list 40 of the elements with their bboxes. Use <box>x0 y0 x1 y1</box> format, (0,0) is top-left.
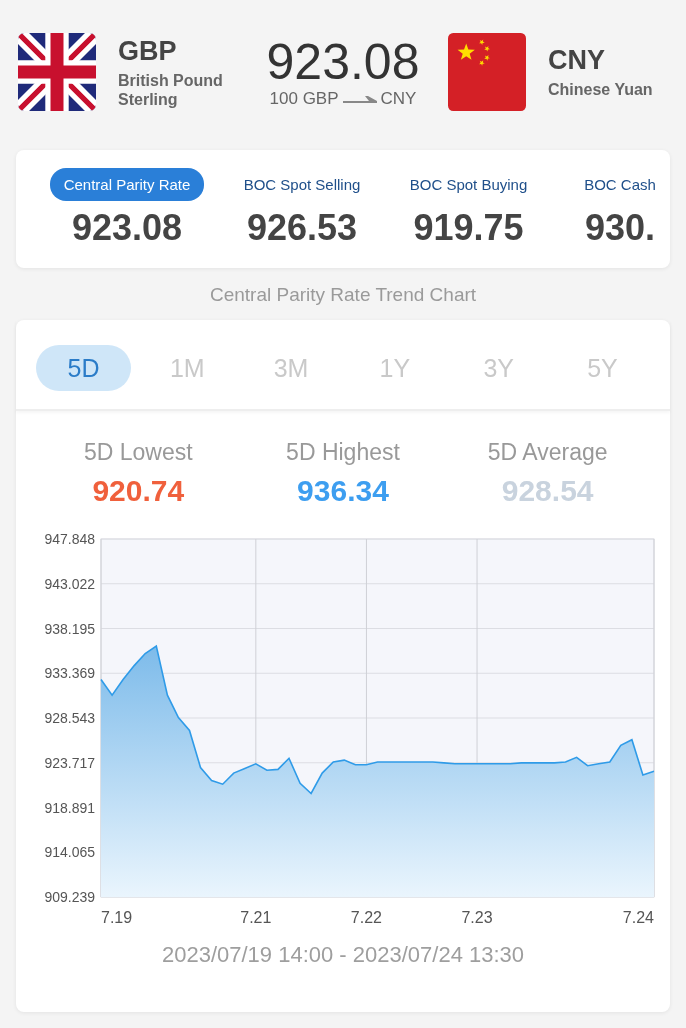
axis-label: 7.23 <box>461 909 493 926</box>
rate-value: 930. <box>584 207 656 249</box>
arrow-icon <box>342 94 377 104</box>
currency-code: CNY <box>548 45 606 76</box>
rate-tab[interactable]: BOC Cash <box>570 168 670 201</box>
rate-tab[interactable]: BOC Spot Selling <box>229 168 375 201</box>
currency-name: Chinese Yuan <box>548 80 654 99</box>
stat-label: 5D Lowest <box>84 439 193 466</box>
stat-label: 5D Average <box>487 439 608 466</box>
rate-tab[interactable]: Central Parity Rate <box>49 168 205 201</box>
axis-label: 923.717 <box>44 754 95 771</box>
axis-label: 918.891 <box>44 799 95 816</box>
currency-name: British Pound Sterling <box>118 70 224 109</box>
exchange-rate: 923.08 <box>266 35 420 89</box>
stat-value: 936.34 <box>297 474 389 508</box>
stat-label: 5D Highest <box>286 439 400 466</box>
rate-value: 926.53 <box>246 207 358 249</box>
date-range: 2023/07/19 14:00 - 2023/07/24 13:30 <box>160 942 526 968</box>
axis-label: 943.022 <box>44 575 95 592</box>
rate-value: 919.75 <box>413 207 524 249</box>
conversion-to: CNY <box>380 89 417 109</box>
axis-label: 7.19 <box>101 909 133 926</box>
conversion-from: 100 GBP <box>269 89 339 109</box>
axis-label: 914.065 <box>44 844 95 861</box>
axis-label: 7.24 <box>622 909 654 926</box>
flag-icon <box>448 33 526 111</box>
axis-label: 909.239 <box>44 889 95 905</box>
flag-icon <box>18 33 96 111</box>
axis-label: 947.848 <box>44 531 95 547</box>
axis-label: 7.22 <box>350 909 382 926</box>
axis-label: 7.21 <box>240 909 272 926</box>
rate-value: 923.08 <box>71 207 183 249</box>
chart-title: Central Parity Rate Trend Chart <box>208 284 478 306</box>
rate-tab[interactable]: BOC Spot Buying <box>395 168 542 201</box>
stat-value: 920.74 <box>92 474 185 508</box>
currency-code: GBP <box>118 35 178 67</box>
axis-label: 938.195 <box>44 620 95 637</box>
axis-label: 928.543 <box>44 710 95 726</box>
axis-label: 933.369 <box>44 665 95 682</box>
period-tab[interactable]: 5D <box>36 345 131 391</box>
